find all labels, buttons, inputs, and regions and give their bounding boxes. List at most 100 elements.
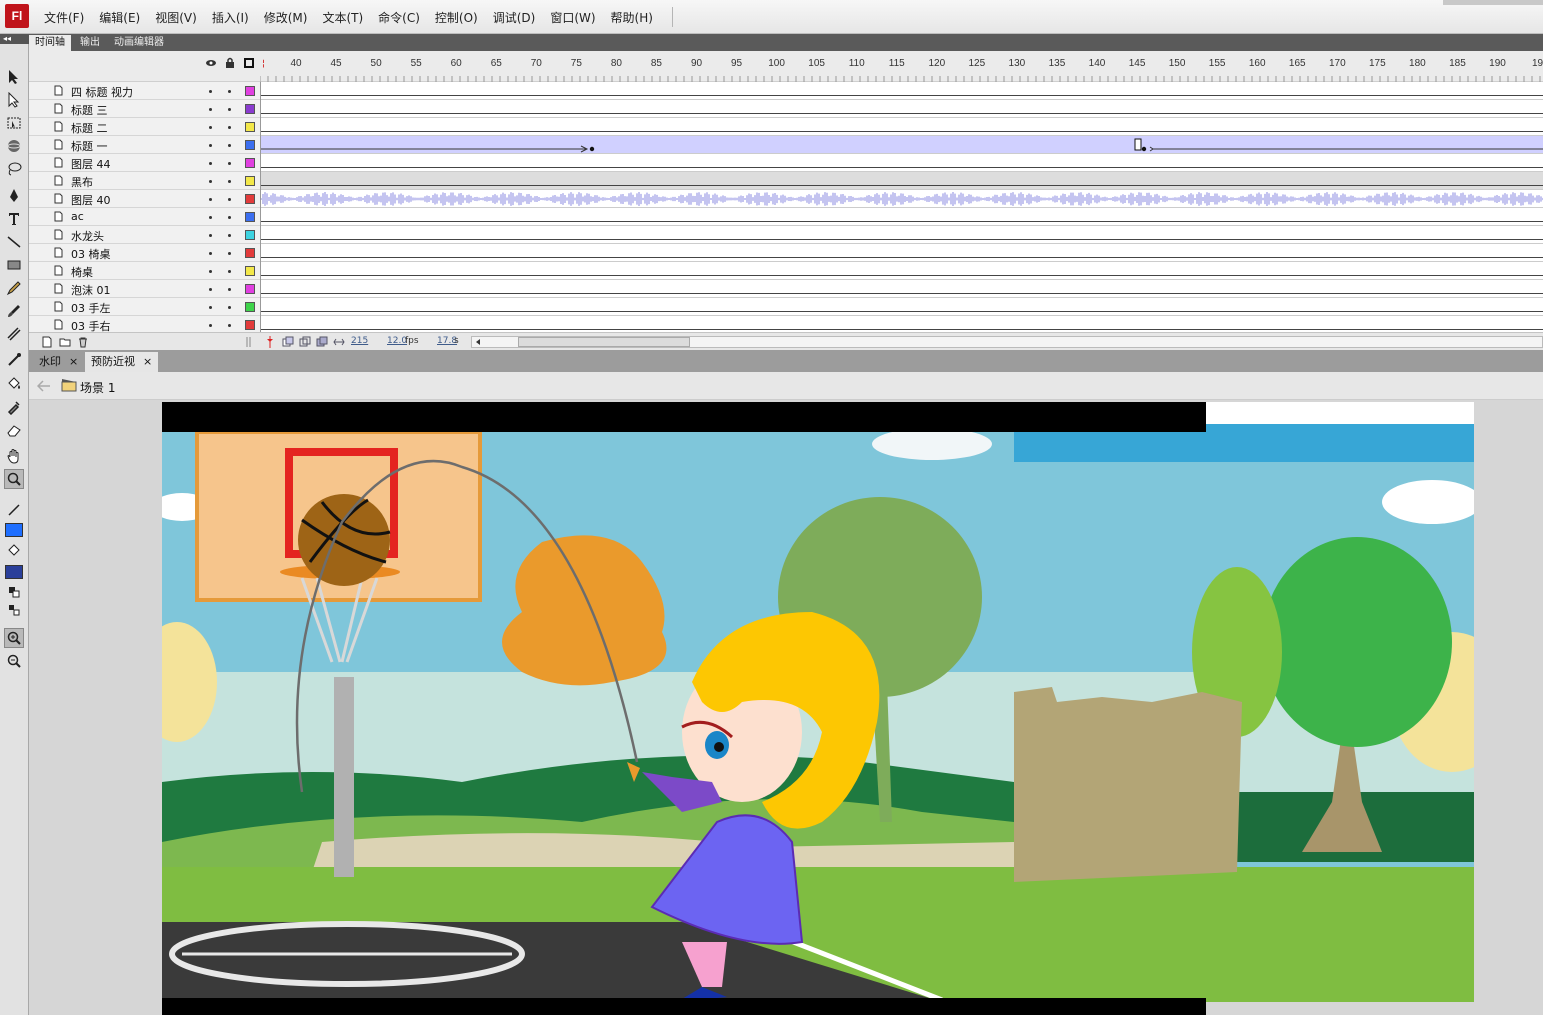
frame-ruler[interactable]: 40 45 50 55 60 65 70 75 80 85 90 95 100 105 110 115 120 1… [260,51,1543,82]
outline-icon[interactable] [244,58,254,68]
deco-tool-icon[interactable] [4,324,24,344]
stroke-color-icon[interactable] [4,500,24,520]
scene-label[interactable]: 场景 1 [80,379,115,396]
layer-color-swatch[interactable] [245,320,255,330]
fill-color-icon[interactable] [4,541,24,561]
frame-row[interactable] [261,82,1543,100]
lasso-tool-icon[interactable] [4,159,24,179]
layer-row[interactable]: 03 椅桌 [29,244,260,262]
tab-timeline[interactable]: 时间轴 [29,35,71,51]
layer-color-swatch[interactable] [245,302,255,312]
hand-tool-icon[interactable] [4,446,24,466]
layer-color-swatch[interactable] [245,104,255,114]
fill-color-swatch[interactable] [4,562,24,582]
playhead-marker[interactable]: ¦ [262,59,265,69]
layer-row[interactable]: 03 手右 [29,316,260,332]
layer-color-swatch[interactable] [245,212,255,222]
frame-grid[interactable] [260,82,1543,332]
stage-canvas[interactable] [162,402,1474,1015]
frame-row[interactable] [261,280,1543,298]
doc-tab-myopia[interactable]: 预防近视 × [85,352,159,372]
paint-bucket-tool-icon[interactable] [4,374,24,394]
black-white-icon[interactable] [4,582,24,602]
brush-tool-icon[interactable] [4,301,24,321]
playhead-center-icon[interactable] [265,335,275,349]
menu-help[interactable]: 帮助(H) [611,9,653,26]
zoom-in-icon[interactable] [4,628,24,648]
layer-color-swatch[interactable] [245,194,255,204]
layer-row[interactable]: 标题 一 [29,136,260,154]
layer-row[interactable]: 图层 44 [29,154,260,172]
layer-color-swatch[interactable] [245,86,255,96]
sound-frame-row[interactable] [261,190,1543,208]
menu-commands[interactable]: 命令(C) [378,9,420,26]
menu-debug[interactable]: 调试(D) [493,9,536,26]
3d-rotation-tool-icon[interactable] [4,136,24,156]
menu-insert[interactable]: 插入(I) [212,9,249,26]
rectangle-tool-icon[interactable] [4,255,24,275]
menu-control[interactable]: 控制(O) [435,9,478,26]
frame-row[interactable] [261,208,1543,226]
layer-color-swatch[interactable] [245,176,255,186]
eyedropper-tool-icon[interactable] [4,397,24,417]
frame-row[interactable] [261,244,1543,262]
current-frame[interactable]: 215 [351,336,368,346]
layer-row[interactable]: 图层 40 [29,190,260,208]
eraser-tool-icon[interactable] [4,420,24,440]
frame-row[interactable] [261,118,1543,136]
text-tool-icon[interactable] [4,209,24,229]
layer-color-swatch[interactable] [245,266,255,276]
pen-tool-icon[interactable] [4,186,24,206]
layer-color-swatch[interactable] [245,158,255,168]
new-layer-icon[interactable] [41,336,53,348]
frame-row[interactable] [261,226,1543,244]
doc-tab-watermark[interactable]: 水印 × [33,352,84,372]
timeline-scrollbar[interactable] [471,336,1543,348]
swap-colors-icon[interactable] [4,600,24,620]
zoom-out-icon[interactable] [4,651,24,671]
back-arrow-icon[interactable] [37,380,51,392]
menu-view[interactable]: 视图(V) [155,9,197,26]
menu-window[interactable]: 窗口(W) [550,9,595,26]
stroke-color-swatch[interactable] [4,520,24,540]
close-icon[interactable]: × [143,355,152,368]
pencil-tool-icon[interactable] [4,278,24,298]
collapse-arrow-icon[interactable]: ◂◂ [0,34,29,44]
menu-edit[interactable]: 编辑(E) [99,9,140,26]
new-folder-icon[interactable] [59,336,71,348]
layer-row[interactable]: 标题 三 [29,100,260,118]
layer-color-swatch[interactable] [245,284,255,294]
tab-motion-editor[interactable]: 动画编辑器 [108,35,170,51]
panel-gripper-icon[interactable] [245,336,253,348]
menu-modify[interactable]: 修改(M) [264,9,308,26]
onion-skin-icon[interactable] [282,336,294,348]
frame-row[interactable] [261,154,1543,172]
layer-row[interactable]: 水龙头 [29,226,260,244]
tween-frame-row[interactable] [261,136,1543,154]
line-tool-icon[interactable] [4,232,24,252]
subselection-tool-icon[interactable] [4,90,24,110]
lock-icon[interactable] [225,57,235,69]
layer-color-swatch[interactable] [245,248,255,258]
layer-row[interactable]: ac [29,208,260,226]
selection-tool-icon[interactable] [4,67,24,87]
frame-row[interactable] [261,262,1543,280]
stage-area[interactable] [29,400,1543,1015]
free-transform-tool-icon[interactable] [4,113,24,133]
delete-icon[interactable] [77,336,89,348]
eye-icon[interactable] [205,58,217,68]
menu-file[interactable]: 文件(F) [44,9,84,26]
frame-row[interactable] [261,316,1543,332]
edit-multiple-frames-icon[interactable] [316,336,328,348]
onion-outline-icon[interactable] [299,336,311,348]
layer-row[interactable]: 四 标题 视力 [29,82,260,100]
layer-row[interactable]: 泡沫 01 [29,280,260,298]
layer-row[interactable]: 黑布 [29,172,260,190]
layer-row[interactable]: 03 手左 [29,298,260,316]
frame-row[interactable] [261,298,1543,316]
onion-markers-icon[interactable] [333,336,345,348]
layer-color-swatch[interactable] [245,230,255,240]
layer-color-swatch[interactable] [245,122,255,132]
scroll-left-icon[interactable] [474,338,482,346]
tab-output[interactable]: 输出 [74,35,106,51]
